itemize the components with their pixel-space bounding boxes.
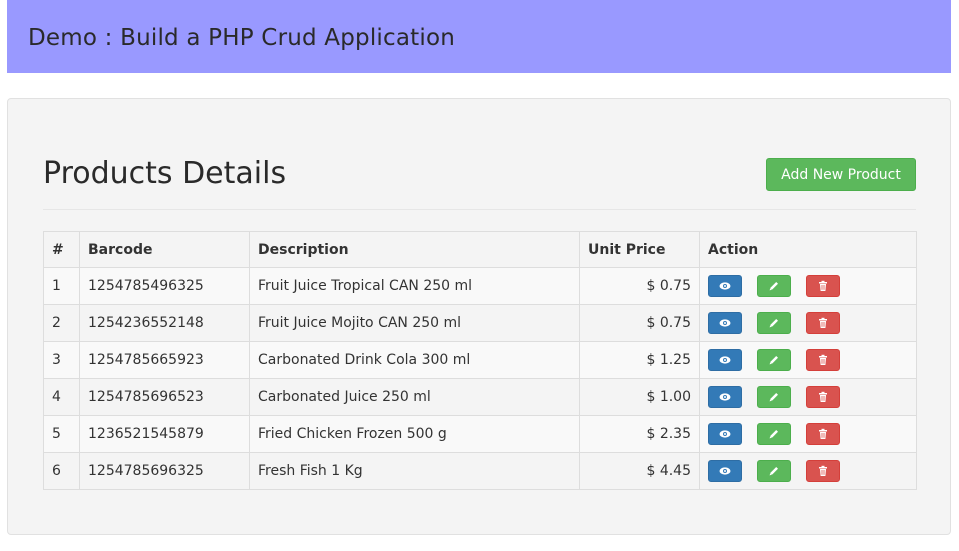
row-actions [699, 304, 917, 342]
app-header: Demo : Build a PHP Crud Application [7, 0, 951, 73]
trash-icon [819, 428, 827, 439]
row-description: Fried Chicken Frozen 500 g [249, 415, 580, 453]
row-unit-price: $ 4.45 [579, 452, 700, 490]
row-actions [699, 267, 917, 305]
row-unit-price: $ 1.25 [579, 341, 700, 379]
eye-icon [719, 393, 731, 401]
row-description: Carbonated Juice 250 ml [249, 378, 580, 416]
row-unit-price: $ 2.35 [579, 415, 700, 453]
edit-button[interactable] [757, 460, 791, 482]
row-unit-price: $ 0.75 [579, 304, 700, 342]
view-button[interactable] [708, 460, 742, 482]
row-barcode: 1236521545879 [79, 415, 250, 453]
table-row: 1 1254785496325 Fruit Juice Tropical CAN 2… [43, 267, 917, 305]
eye-icon [719, 319, 731, 327]
delete-button[interactable] [806, 349, 840, 371]
table-row: 6 1254785696325 Fresh Fish 1 Kg $ 4.45 [43, 452, 917, 490]
app-title: Demo : Build a PHP Crud Application [28, 25, 456, 51]
edit-button[interactable] [757, 386, 791, 408]
row-number: 2 [43, 304, 80, 342]
row-number: 4 [43, 378, 80, 416]
row-barcode: 1254785696523 [79, 378, 250, 416]
pencil-icon [769, 282, 778, 291]
page-title: Products Details [43, 156, 287, 191]
pencil-icon [769, 467, 778, 476]
products-table: # Barcode Description Unit Price Action … [43, 231, 917, 490]
delete-button[interactable] [806, 275, 840, 297]
eye-icon [719, 467, 731, 475]
edit-button[interactable] [757, 423, 791, 445]
row-number: 3 [43, 341, 80, 379]
row-description: Fruit Juice Mojito CAN 250 ml [249, 304, 580, 342]
table-row: 2 1254236552148 Fruit Juice Mojito CAN 250… [43, 304, 917, 342]
row-number: 5 [43, 415, 80, 453]
row-description: Fresh Fish 1 Kg [249, 452, 580, 490]
row-number: 6 [43, 452, 80, 490]
column-header-action: Action [699, 231, 917, 268]
trash-icon [819, 317, 827, 328]
row-number: 1 [43, 267, 80, 305]
table-row: 4 1254785696523 Carbonated Juice 250 ml $ 1… [43, 378, 917, 416]
view-button[interactable] [708, 386, 742, 408]
delete-button[interactable] [806, 312, 840, 334]
row-actions [699, 341, 917, 379]
delete-button[interactable] [806, 460, 840, 482]
eye-icon [719, 356, 731, 364]
pencil-icon [769, 430, 778, 439]
trash-icon [819, 280, 827, 291]
row-actions [699, 415, 917, 453]
table-header-row: # Barcode Description Unit Price Action [43, 231, 917, 268]
divider [43, 209, 916, 210]
products-panel: Products Details Add New Product # Barco… [7, 98, 951, 535]
row-actions [699, 378, 917, 416]
row-unit-price: $ 0.75 [579, 267, 700, 305]
eye-icon [719, 430, 731, 438]
view-button[interactable] [708, 423, 742, 445]
edit-button[interactable] [757, 275, 791, 297]
pencil-icon [769, 356, 778, 365]
trash-icon [819, 354, 827, 365]
add-new-product-button[interactable]: Add New Product [766, 158, 916, 191]
column-header-barcode: Barcode [79, 231, 250, 268]
row-barcode: 1254236552148 [79, 304, 250, 342]
column-header-unit-price: Unit Price [579, 231, 700, 268]
edit-button[interactable] [757, 349, 791, 371]
view-button[interactable] [708, 275, 742, 297]
row-barcode: 1254785665923 [79, 341, 250, 379]
pencil-icon [769, 319, 778, 328]
view-button[interactable] [708, 312, 742, 334]
trash-icon [819, 391, 827, 402]
row-barcode: 1254785496325 [79, 267, 250, 305]
table-row: 5 1236521545879 Fried Chicken Frozen 500 g… [43, 415, 917, 453]
eye-icon [719, 282, 731, 290]
delete-button[interactable] [806, 386, 840, 408]
row-description: Carbonated Drink Cola 300 ml [249, 341, 580, 379]
table-row: 3 1254785665923 Carbonated Drink Cola 300 … [43, 341, 917, 379]
column-header-description: Description [249, 231, 580, 268]
row-unit-price: $ 1.00 [579, 378, 700, 416]
row-description: Fruit Juice Tropical CAN 250 ml [249, 267, 580, 305]
row-actions [699, 452, 917, 490]
trash-icon [819, 465, 827, 476]
pencil-icon [769, 393, 778, 402]
column-header-number: # [43, 231, 80, 268]
edit-button[interactable] [757, 312, 791, 334]
view-button[interactable] [708, 349, 742, 371]
row-barcode: 1254785696325 [79, 452, 250, 490]
delete-button[interactable] [806, 423, 840, 445]
